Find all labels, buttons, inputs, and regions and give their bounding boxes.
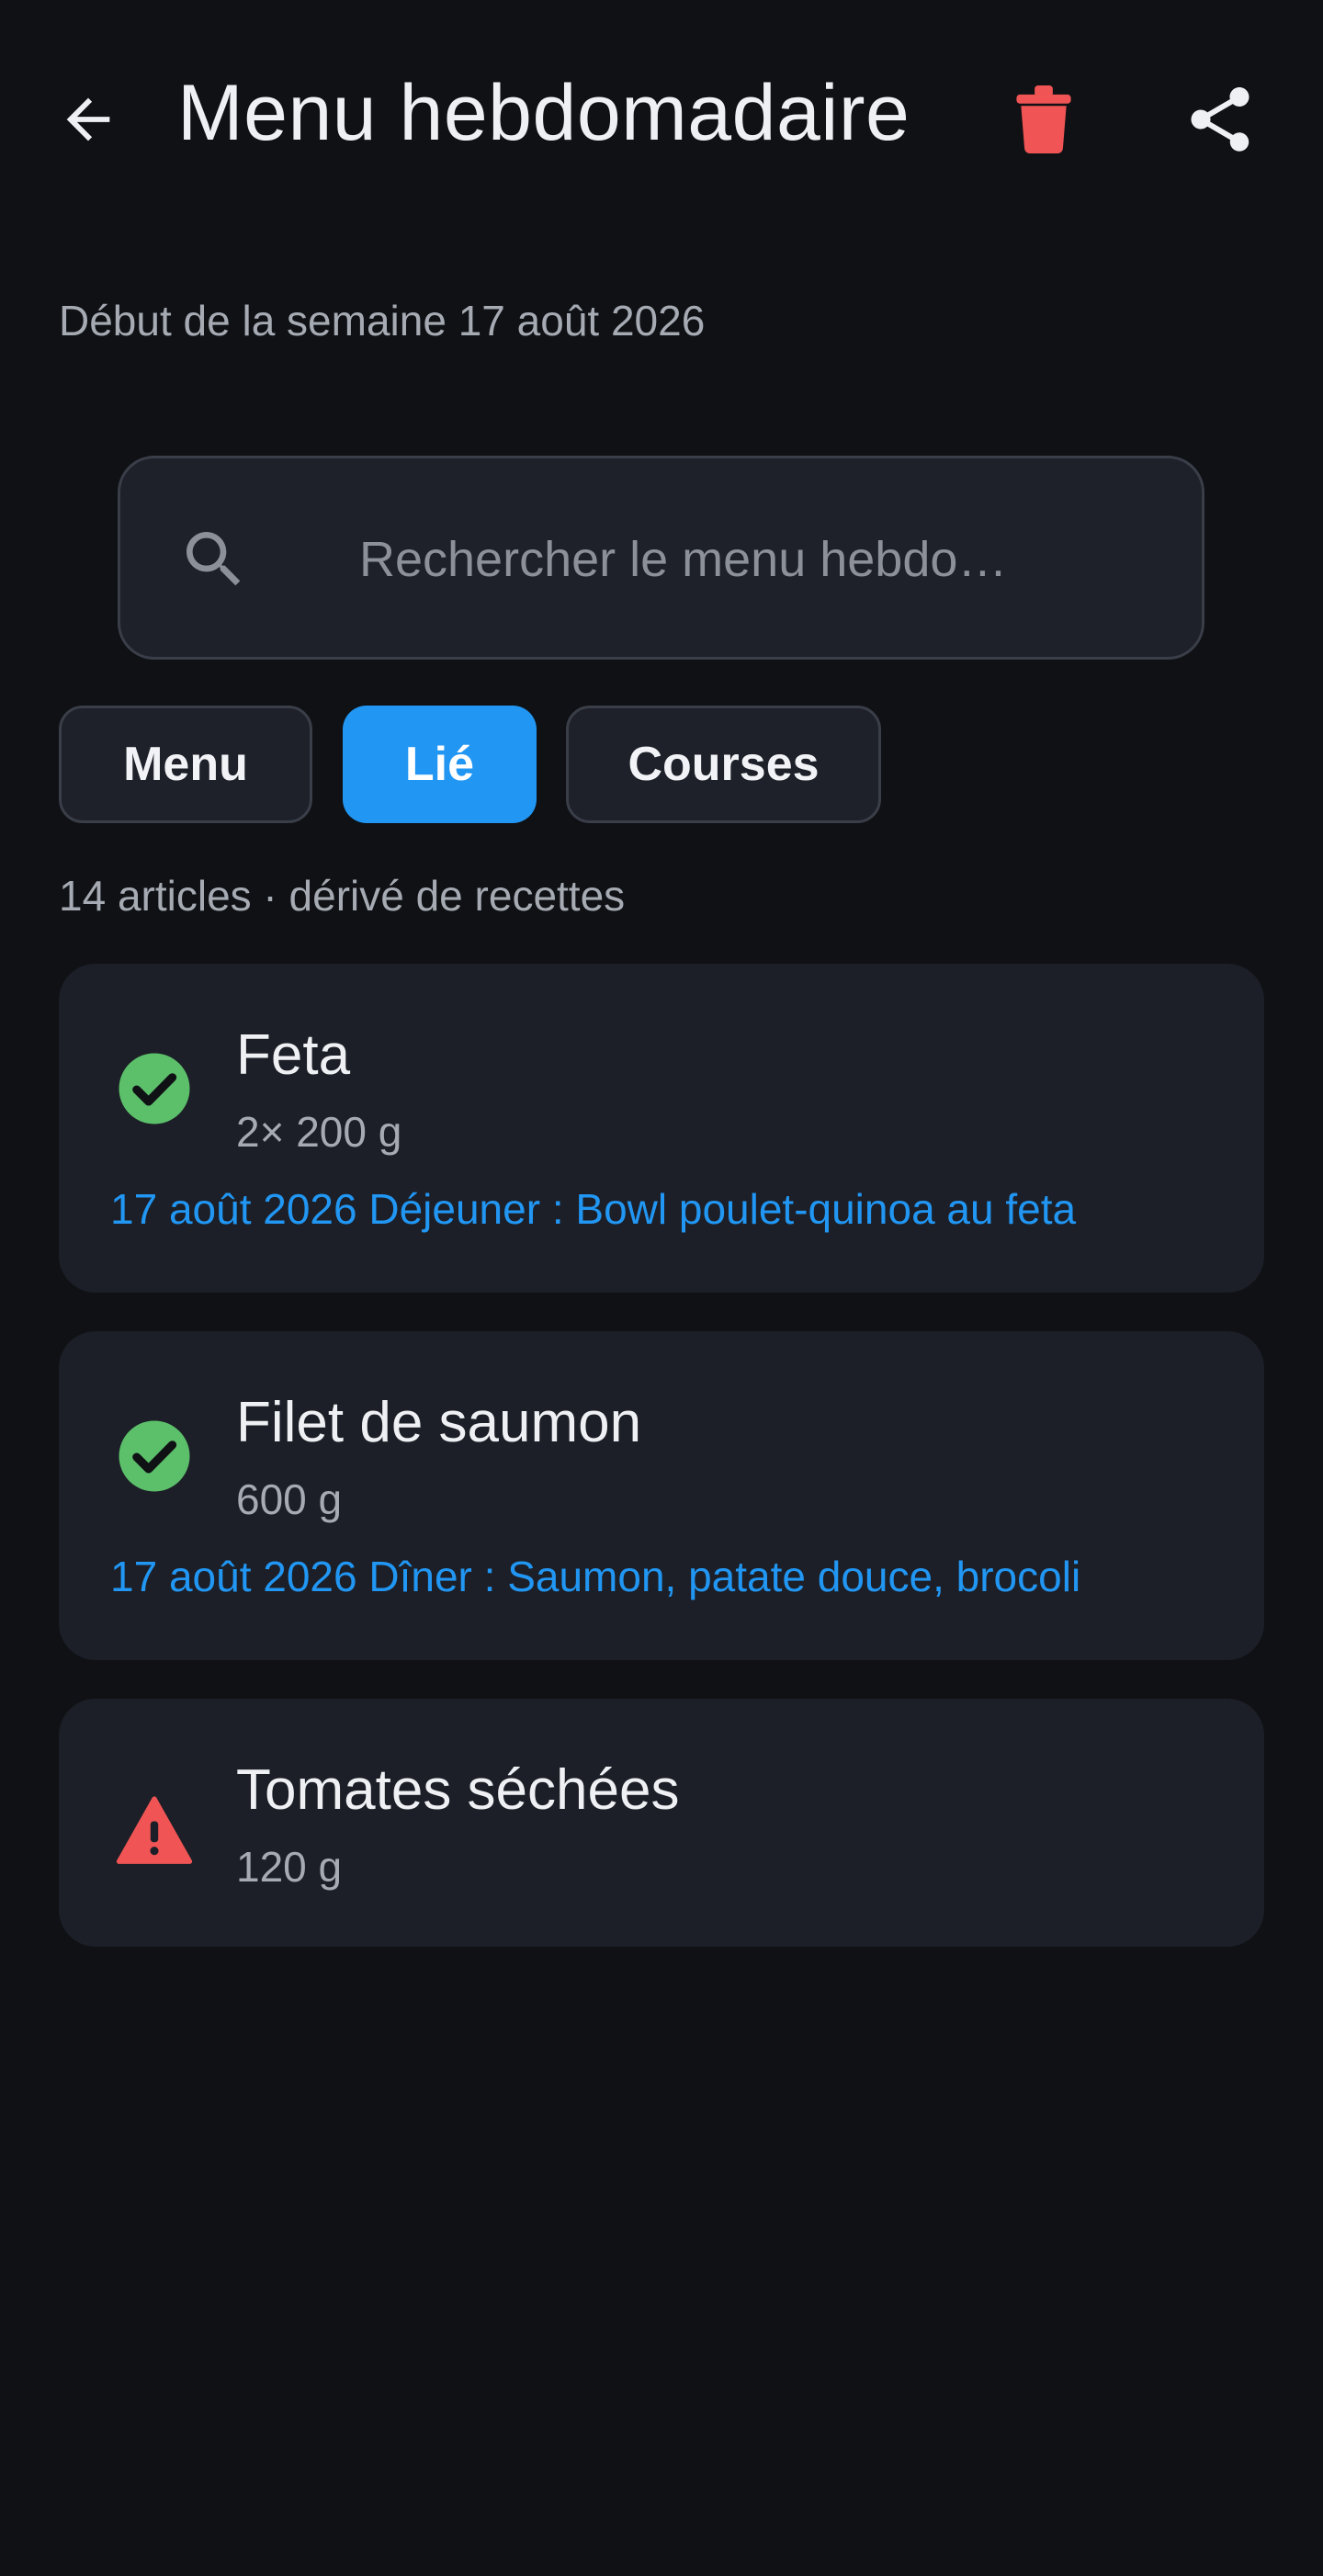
search-input[interactable] [359, 519, 1149, 600]
arrow-left-icon [66, 97, 110, 141]
item-quantity: 2× 200 g [236, 1108, 402, 1156]
app-screen: Menu hebdomadaire Début de la semaine 17… [0, 0, 1323, 2576]
tab-courses[interactable]: Courses [566, 706, 881, 823]
recipe-link[interactable]: 17 août 2026 Déjeuner : Bowl poulet-quin… [110, 1184, 1076, 1234]
recipe-link[interactable]: 17 août 2026 Dîner : Saumon, patate douc… [110, 1552, 1080, 1601]
item-quantity: 120 g [236, 1843, 343, 1891]
trash-icon [1016, 85, 1071, 153]
check-circle-icon [119, 1053, 190, 1124]
warning-icon [116, 1796, 193, 1864]
tab-menu[interactable]: Menu [59, 706, 312, 823]
list-item[interactable]: Filet de saumon 600 g 17 août 2026 Dîner… [59, 1331, 1264, 1660]
item-quantity: 600 g [236, 1475, 343, 1523]
week-start-label: Début de la semaine 17 août 2026 [59, 297, 706, 345]
back-button[interactable] [51, 83, 125, 156]
share-button[interactable] [1180, 79, 1261, 160]
tab-lie[interactable]: Lié [343, 706, 537, 823]
list-item[interactable]: Feta 2× 200 g 17 août 2026 Déjeuner : Bo… [59, 964, 1264, 1293]
list-item[interactable]: Tomates séchées 120 g [59, 1699, 1264, 1947]
item-name: Feta [236, 1023, 351, 1087]
item-name: Filet de saumon [236, 1391, 642, 1454]
item-name: Tomates séchées [236, 1758, 680, 1822]
share-icon [1191, 87, 1250, 152]
search-icon [187, 532, 241, 586]
page-title: Menu hebdomadaire [177, 69, 910, 157]
check-circle-icon [119, 1420, 190, 1492]
search-box[interactable] [118, 456, 1204, 660]
delete-button[interactable] [1011, 83, 1077, 156]
app-header: Menu hebdomadaire [0, 0, 1323, 239]
items-summary: 14 articles · dérivé de recettes [59, 872, 626, 920]
